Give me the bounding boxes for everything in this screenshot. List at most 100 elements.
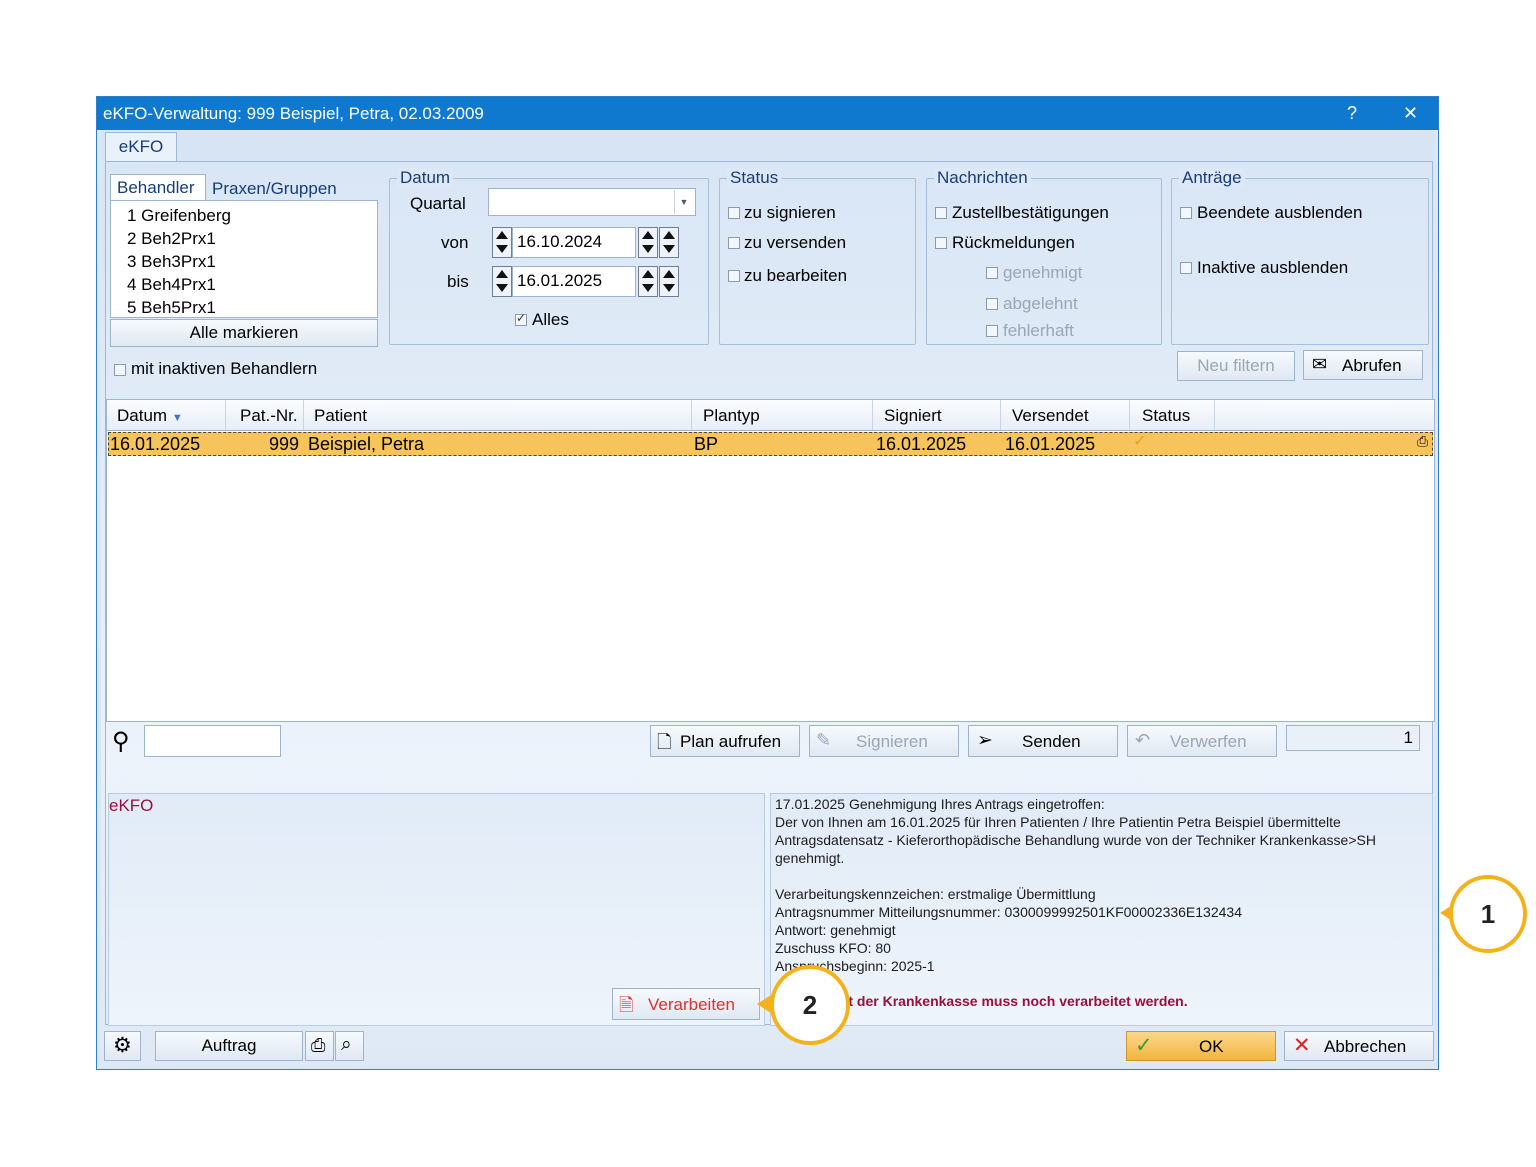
list-item[interactable]: 1 Greifenberg bbox=[127, 206, 231, 226]
abbrechen-button[interactable]: ✕ Abbrechen bbox=[1284, 1031, 1434, 1061]
help-button[interactable]: ? bbox=[1347, 103, 1357, 124]
beendete-checkbox[interactable] bbox=[1180, 207, 1192, 219]
fehlerhaft-checkbox[interactable] bbox=[986, 325, 998, 337]
nachrichten-group: Nachrichten Zustellbestätigungen Rückmel… bbox=[926, 168, 1162, 345]
neu-filtern-button[interactable]: Neu filtern bbox=[1177, 351, 1295, 381]
behandler-list[interactable]: 1 Greifenberg 2 Beh2Prx1 3 Beh3Prx1 4 Be… bbox=[110, 200, 378, 318]
von-date-input[interactable]: 16.10.2024 bbox=[512, 227, 636, 258]
plan-aufrufen-button[interactable]: 🗋 Plan aufrufen bbox=[650, 725, 800, 757]
header-patient[interactable]: Patient bbox=[314, 406, 367, 426]
rueckmeldungen-label: Rückmeldungen bbox=[952, 233, 1075, 252]
ekfo-window: eKFO-Verwaltung: 999 Beispiel, Petra, 02… bbox=[96, 96, 1439, 1070]
senden-label: Senden bbox=[1022, 732, 1081, 751]
status-check-icon: ✓ bbox=[1133, 433, 1147, 450]
tab-ekfo[interactable]: eKFO bbox=[105, 132, 177, 162]
header-patnr[interactable]: Pat.-Nr. bbox=[240, 406, 298, 426]
message-line: Antragsnummer Mitteilungsnummer: 0300099… bbox=[775, 904, 1242, 920]
ok-button[interactable]: ✓ OK bbox=[1126, 1031, 1276, 1061]
printer-icon[interactable]: ⎙ bbox=[1417, 433, 1428, 450]
bis-spin-left[interactable] bbox=[492, 266, 512, 297]
inactive-behandler-checkbox[interactable] bbox=[114, 364, 126, 376]
rueckmeldungen-checkbox[interactable] bbox=[935, 237, 947, 249]
status-group: Status zu signieren zu versenden zu bear… bbox=[719, 168, 916, 345]
list-item[interactable]: 5 Beh5Prx1 bbox=[127, 298, 216, 318]
window-title: eKFO-Verwaltung: 999 Beispiel, Petra, 02… bbox=[103, 104, 484, 123]
tab-behandler-label: Behandler bbox=[117, 178, 195, 197]
undo-icon: ↶ bbox=[1135, 730, 1151, 750]
zu-signieren-checkbox[interactable] bbox=[728, 207, 740, 219]
abgelehnt-checkbox[interactable] bbox=[986, 298, 998, 310]
antraege-group: Anträge Beendete ausblenden Inaktive aus… bbox=[1171, 168, 1429, 345]
inactive-behandler-label: mit inaktiven Behandlern bbox=[131, 359, 318, 378]
signieren-label: Signieren bbox=[856, 732, 928, 751]
settings-button[interactable]: ⚙ bbox=[104, 1031, 141, 1061]
alles-checkbox[interactable] bbox=[515, 311, 527, 326]
datum-title: Datum bbox=[397, 168, 454, 188]
search-input[interactable] bbox=[144, 725, 281, 757]
senden-button[interactable]: ➢ Senden bbox=[968, 725, 1118, 757]
quartal-select[interactable]: ▼ bbox=[488, 188, 696, 216]
datum-group: Datum Quartal ▼ von 16.10.2024 bis 16.01… bbox=[389, 168, 709, 345]
send-icon: ➢ bbox=[977, 730, 993, 751]
zu-bearbeiten-checkbox[interactable] bbox=[728, 270, 740, 282]
verarbeiten-label: Verarbeiten bbox=[648, 995, 735, 1014]
zu-versenden-checkbox[interactable] bbox=[728, 237, 740, 249]
print-button[interactable]: ⎙ bbox=[305, 1031, 334, 1061]
envelope-icon: ✉ bbox=[1312, 354, 1328, 374]
message-line: Antragsdatensatz - Kieferorthopädische B… bbox=[775, 832, 1376, 848]
header-status[interactable]: Status bbox=[1142, 406, 1190, 426]
list-item[interactable]: 2 Beh2Prx1 bbox=[127, 229, 216, 249]
message-panel: 17.01.2025 Genehmigung Ihres Antrags ein… bbox=[770, 793, 1433, 1026]
close-button[interactable]: ✕ bbox=[1403, 103, 1418, 124]
plan-aufrufen-label: Plan aufrufen bbox=[680, 732, 782, 751]
bis-label: bis bbox=[447, 272, 469, 291]
zustell-checkbox[interactable] bbox=[935, 207, 947, 219]
cell-patient: Beispiel, Petra bbox=[308, 434, 425, 454]
callout-2-pointer bbox=[757, 995, 771, 1013]
tab-praxen-gruppen[interactable]: Praxen/Gruppen bbox=[212, 179, 337, 199]
binoculars-icon[interactable]: ⚲ bbox=[112, 727, 130, 756]
record-count-value: 1 bbox=[1403, 728, 1413, 747]
auftrag-button[interactable]: Auftrag bbox=[155, 1031, 303, 1061]
select-all-button[interactable]: Alle markieren bbox=[110, 319, 378, 347]
header-versendet[interactable]: Versendet bbox=[1012, 406, 1089, 426]
bis-spin-right-1[interactable] bbox=[638, 266, 658, 297]
close-icon: ✕ bbox=[1293, 1034, 1311, 1057]
callout-1: 1 bbox=[1449, 875, 1527, 953]
bis-spin-right-2[interactable] bbox=[659, 266, 679, 297]
genehmigt-label: genehmigt bbox=[1003, 263, 1083, 282]
message-line: Verarbeitungskennzeichen: erstmalige Übe… bbox=[775, 886, 1096, 902]
table-row[interactable]: 16.01.2025 999 Beispiel, Petra BP 16.01.… bbox=[108, 432, 1433, 456]
inaktive-checkbox[interactable] bbox=[1180, 262, 1192, 274]
bis-date-input[interactable]: 16.01.2025 bbox=[512, 266, 636, 297]
list-item[interactable]: 3 Beh3Prx1 bbox=[127, 252, 216, 272]
list-item[interactable]: 4 Beh4Prx1 bbox=[127, 275, 216, 295]
verwerfen-label: Verwerfen bbox=[1170, 732, 1247, 751]
verwerfen-button[interactable]: ↶ Verwerfen bbox=[1127, 725, 1277, 757]
cell-patnr: 999 bbox=[269, 434, 300, 454]
record-count: 1 bbox=[1286, 725, 1420, 751]
table-header: Datum ▼ Pat.-Nr. Patient Plantyp Signier… bbox=[107, 400, 1434, 431]
header-signiert[interactable]: Signiert bbox=[884, 406, 942, 426]
von-spin-right-1[interactable] bbox=[638, 227, 658, 258]
abrufen-button[interactable]: ✉ Abrufen bbox=[1303, 350, 1423, 380]
genehmigt-checkbox[interactable] bbox=[986, 267, 998, 279]
verarbeiten-button[interactable]: 🗎 Verarbeiten bbox=[612, 988, 760, 1020]
gear-icon: ⚙ bbox=[113, 1034, 132, 1057]
cell-plantyp: BP bbox=[694, 434, 719, 454]
von-spin-right-2[interactable] bbox=[659, 227, 679, 258]
von-spin-left[interactable] bbox=[492, 227, 512, 258]
status-title: Status bbox=[727, 168, 782, 188]
cell-versendet: 16.01.2025 bbox=[1005, 434, 1096, 454]
header-plantyp[interactable]: Plantyp bbox=[703, 406, 760, 426]
zu-bearbeiten-label: zu bearbeiten bbox=[744, 266, 848, 285]
signieren-button[interactable]: ✎ Signieren bbox=[809, 725, 959, 757]
callout-2: 2 bbox=[770, 965, 850, 1045]
preview-button[interactable]: ⌕ bbox=[335, 1031, 364, 1061]
chevron-down-icon[interactable]: ▼ bbox=[674, 190, 693, 214]
zustell-label: Zustellbestätigungen bbox=[952, 203, 1109, 222]
title-bar[interactable]: eKFO-Verwaltung: 999 Beispiel, Petra, 02… bbox=[97, 97, 1438, 130]
von-label: von bbox=[441, 233, 469, 252]
tab-behandler[interactable]: Behandler bbox=[110, 174, 206, 200]
header-datum[interactable]: Datum ▼ bbox=[117, 406, 183, 426]
